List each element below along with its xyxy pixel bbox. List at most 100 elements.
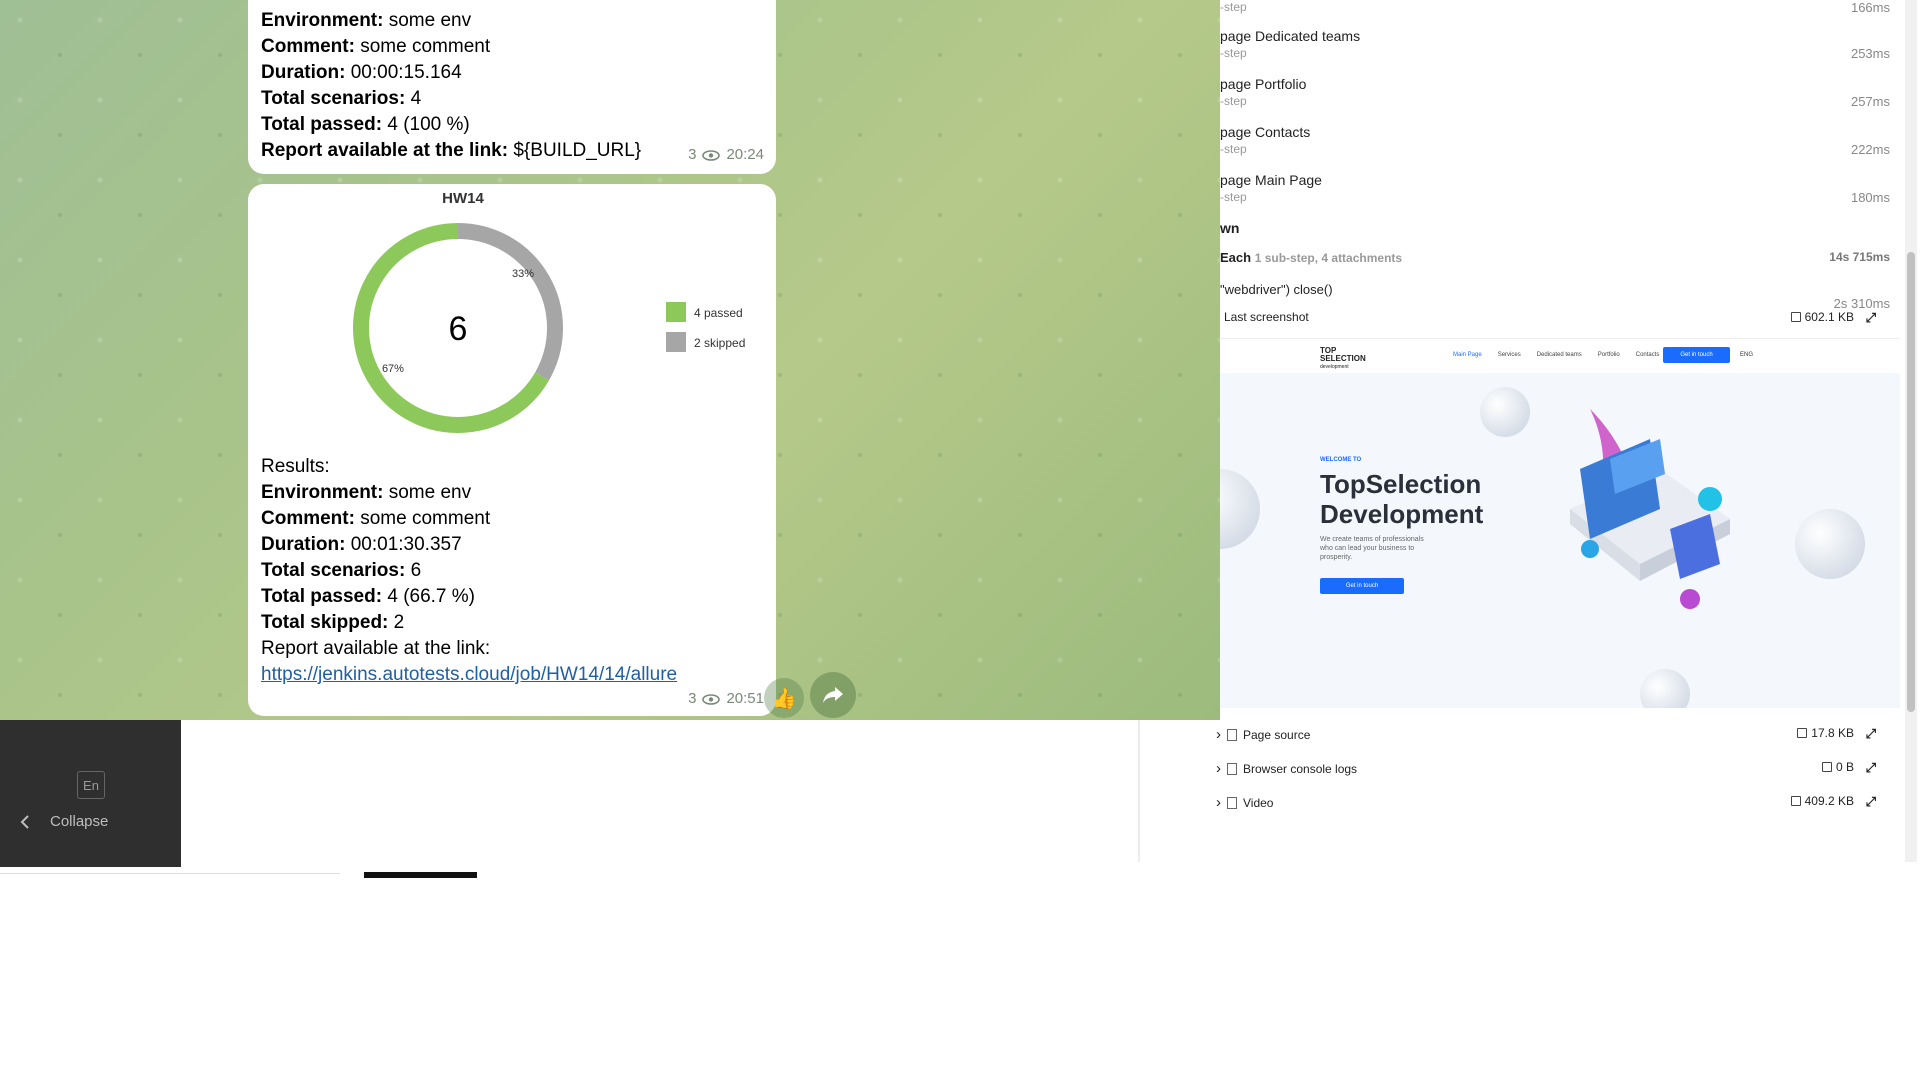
line-label: Comment: [261, 36, 355, 57]
disk-icon [1821, 762, 1832, 772]
scrollbar-thumb[interactable] [1907, 252, 1915, 712]
attachment-row[interactable]: › Page source 17.8 KB ⤢ [1196, 726, 1876, 746]
test-step[interactable]: page Main Page -step 180ms [1220, 172, 1900, 208]
line-label: Total scenarios: [261, 88, 406, 109]
legend-swatch [666, 332, 686, 352]
fullscreen-icon[interactable]: ⤢ [1866, 310, 1876, 326]
step-duration: 222ms [1850, 142, 1890, 157]
legend-swatch [666, 302, 686, 322]
step-duration: 257ms [1850, 94, 1890, 109]
step-substep: -step [1220, 94, 1247, 108]
message-line: Total scenarios: 6 [248, 558, 677, 584]
preview-nav-link: Portfolio [1597, 352, 1620, 358]
preview-lang: ENG [1740, 352, 1754, 358]
thumbs-up-reaction[interactable]: 👍 [764, 678, 804, 718]
line-label: Comment: [261, 508, 355, 529]
share-button[interactable] [810, 672, 856, 718]
file-icon [1227, 728, 1237, 741]
view-count: 3 [688, 690, 697, 707]
test-step[interactable]: -step 166ms [1220, 0, 1900, 28]
line-label: Total skipped: [261, 612, 389, 633]
report-link[interactable]: https://jenkins.autotests.cloud/job/HW14… [261, 664, 677, 685]
report-link-label: Report available at the link: [261, 638, 491, 659]
share-arrow-icon [823, 687, 843, 703]
line-value: 00:01:30.357 [350, 534, 462, 555]
collapse-label: Collapse [50, 813, 109, 830]
after-each-step[interactable]: Each 1 sub-step, 4 attachments 14s 715ms [1220, 250, 1900, 270]
fullscreen-icon[interactable]: ⤢ [1866, 726, 1876, 742]
preview-hero: WELCOME TO TopSelection Development We c… [1320, 457, 1483, 594]
teardown-section[interactable]: wn [1220, 220, 1900, 240]
message-line: Comment: some comment [248, 34, 776, 60]
donut-slice-2-skipped [457, 223, 563, 381]
attachment-label-group: › Video [1216, 794, 1273, 811]
decor-ball [1480, 387, 1530, 437]
close-step-name: "webdriver") close() [1220, 282, 1333, 297]
step-name: page Main Page [1220, 172, 1322, 188]
last-screenshot-row[interactable]: Last screenshot 602.1 KB ⤢ [1220, 310, 1900, 330]
message-line: Total scenarios: 4 [248, 86, 776, 112]
message-bubble-previous[interactable]: Environment: some env Comment: some comme… [248, 0, 776, 174]
attachment-size-group: 17.8 KB [1797, 726, 1854, 740]
eye-icon [702, 149, 721, 161]
bottom-dark-bar [364, 872, 477, 878]
attachment-size-group: 0 B [1821, 760, 1854, 774]
message-lines: Environment: some env Comment: some comme… [248, 0, 776, 164]
step-duration: 180ms [1850, 190, 1890, 205]
telegram-chat: Environment: some env Comment: some comme… [0, 0, 1220, 720]
preview-nav-button: Get in touch [1663, 347, 1730, 363]
line-label: Total scenarios: [261, 560, 406, 581]
attachment-row[interactable]: › Browser console logs 0 B ⤢ [1196, 760, 1876, 780]
chevron-right-icon[interactable]: › [1216, 760, 1221, 777]
fullscreen-icon[interactable]: ⤢ [1866, 760, 1876, 776]
line-value: 6 [410, 560, 422, 581]
slice-percent-label: 33% [512, 268, 534, 280]
test-step[interactable]: page Contacts -step 222ms [1220, 124, 1900, 160]
close-step[interactable]: "webdriver") close() 2s 310ms [1220, 282, 1900, 311]
message-lines: Environment: some env Comment: some comme… [248, 480, 677, 636]
donut-chart: 33% 67% 6 4 passed 2 skipped [353, 223, 745, 433]
decor-ball [1220, 469, 1260, 549]
attachment-row[interactable]: › Video 409.2 KB ⤢ [1196, 794, 1876, 814]
attachment-label: Page source [1243, 727, 1311, 742]
message-line: Total passed: 4 (100 %) [248, 112, 776, 138]
step-duration: 166ms [1850, 0, 1890, 15]
message-meta: 3 20:24 [688, 142, 764, 168]
preview-navbar: TOP SELECTION development Main Page Servi… [1220, 339, 1900, 373]
message-line: Comment: some comment [248, 506, 677, 532]
decor-ball [1640, 669, 1690, 708]
line-label: Total passed: [261, 114, 383, 135]
last-screenshot-label: Last screenshot [1224, 310, 1309, 324]
line-value: 4 (100 %) [387, 114, 470, 135]
disk-icon [1790, 796, 1801, 806]
step-name: page Portfolio [1220, 76, 1307, 92]
line-label: Duration: [261, 62, 346, 83]
collapse-button[interactable]: Collapse [20, 813, 108, 830]
screenshot-preview[interactable]: TOP SELECTION development Main Page Servi… [1220, 338, 1900, 708]
bottom-strip [0, 873, 340, 879]
language-switch[interactable]: En [77, 771, 105, 799]
line-label: Environment: [261, 482, 384, 503]
chevron-right-icon[interactable]: › [1216, 726, 1221, 743]
scrollbar[interactable] [1905, 0, 1917, 862]
step-duration: 253ms [1850, 46, 1890, 61]
preview-nav-link: Contacts [1635, 352, 1660, 358]
message-line: Total passed: 4 (66.7 %) [248, 584, 677, 610]
results-block: Results: Environment: some env Comment: s… [248, 454, 677, 688]
message-time: 20:24 [726, 146, 764, 163]
fullscreen-icon[interactable]: ⤢ [1866, 794, 1876, 810]
line-value: 2 [393, 612, 405, 633]
message-bubble-hw14[interactable]: HW14 33% 67% 6 4 passed 2 skipped Results: E… [248, 184, 776, 716]
divider [1138, 720, 1140, 862]
close-step-time: 2s 310ms [1833, 296, 1890, 311]
chevron-right-icon[interactable]: › [1216, 794, 1221, 811]
screen: Environment: some env Comment: some comme… [0, 0, 1920, 1080]
line-label: Duration: [261, 534, 346, 555]
results-heading: Results: [261, 456, 330, 477]
test-step[interactable]: page Dedicated teams -step 253ms [1220, 28, 1900, 64]
test-step[interactable]: page Portfolio -step 257ms [1220, 76, 1900, 112]
message-line: Total skipped: 2 [248, 610, 677, 636]
preview-nav-link: Dedicated teams [1536, 352, 1582, 358]
step-name: page Dedicated teams [1220, 28, 1361, 44]
preview-logo: TOP SELECTION development [1320, 346, 1366, 371]
